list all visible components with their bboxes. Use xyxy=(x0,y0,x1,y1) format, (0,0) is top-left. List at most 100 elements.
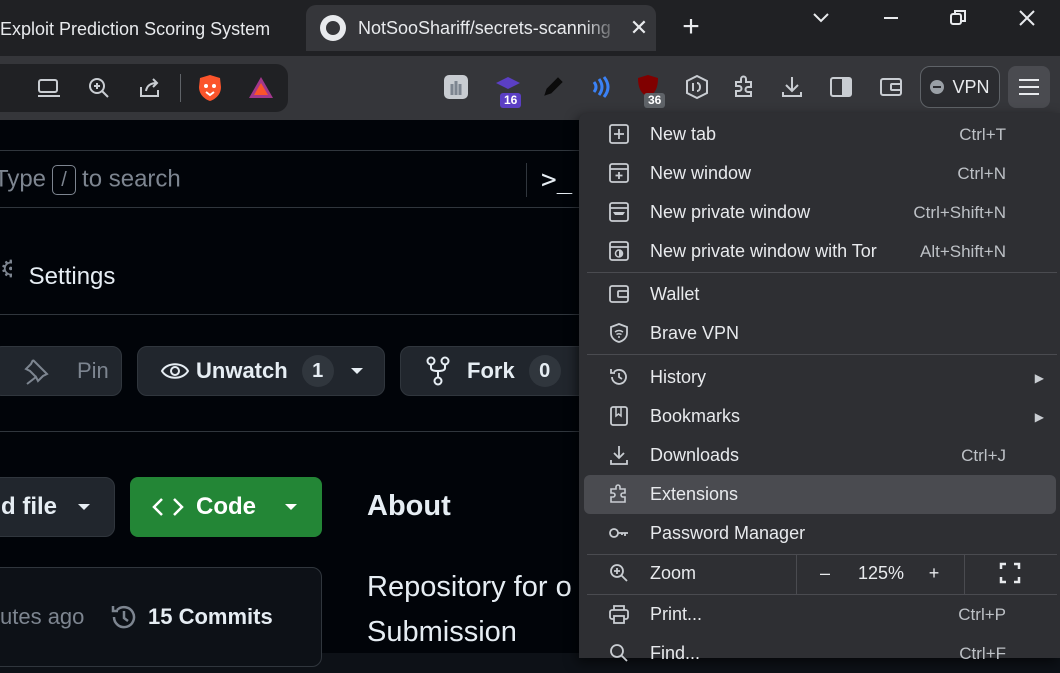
menu-item-new-tab[interactable]: New tab Ctrl+T xyxy=(579,115,1060,154)
add-file-button[interactable]: d file xyxy=(0,477,115,537)
menu-item-new-private-window[interactable]: New private window Ctrl+Shift+N xyxy=(579,193,1060,232)
tab-exploit-prediction[interactable]: Exploit Prediction Scoring System xyxy=(0,8,300,50)
chevron-down-icon xyxy=(350,366,364,376)
download-icon xyxy=(607,444,631,468)
find-icon xyxy=(607,642,631,666)
add-file-chevron-icon xyxy=(77,502,91,512)
menu-label: Downloads xyxy=(650,445,740,465)
search-suffix: to search xyxy=(82,165,181,193)
code-button[interactable]: Code xyxy=(130,477,322,537)
eye-icon xyxy=(160,359,190,383)
unwatch-label: Unwatch xyxy=(196,358,288,383)
menu-label: Brave VPN xyxy=(650,323,740,343)
key-icon xyxy=(607,522,631,546)
search-prefix: Type xyxy=(0,165,47,193)
tab-secrets-scanning[interactable]: NotSooShariff/secrets-scanning ✕ xyxy=(306,5,656,51)
about-heading: About xyxy=(367,490,451,522)
tab-title: NotSooShariff/secrets-scanning xyxy=(358,17,611,38)
extensions-puzzle-icon[interactable] xyxy=(729,74,759,104)
hexagon-extension-icon[interactable] xyxy=(682,74,712,104)
fullscreen-icon[interactable] xyxy=(998,561,1022,590)
menu-item-history[interactable]: History ▶ xyxy=(579,358,1060,397)
close-tab-icon[interactable]: ✕ xyxy=(622,15,656,41)
menu-item-find[interactable]: Find... Ctrl+F xyxy=(579,634,1060,673)
sidebar-toggle-icon[interactable] xyxy=(826,74,856,104)
menu-item-print[interactable]: Print... Ctrl+P xyxy=(579,595,1060,634)
menu-label: New private window xyxy=(650,202,811,222)
commits-label: 15 Commits xyxy=(148,604,273,629)
wallet-icon xyxy=(607,283,631,307)
pencil-extension-icon[interactable] xyxy=(538,74,568,104)
menu-item-extensions[interactable]: Extensions xyxy=(584,475,1056,514)
zoom-divider xyxy=(796,554,797,594)
print-icon xyxy=(607,603,631,627)
menu-label: New private window with Tor xyxy=(650,241,877,261)
zoom-out-button[interactable]: – xyxy=(813,563,837,584)
zoom-in-icon[interactable] xyxy=(84,75,114,105)
vpn-button[interactable]: VPN xyxy=(920,66,1000,108)
ublock-badge: 36 xyxy=(644,93,666,108)
menu-item-wallet[interactable]: Wallet xyxy=(579,275,1060,314)
menu-label: Extensions xyxy=(650,484,739,504)
repo-description-line-2: Submission xyxy=(367,616,517,648)
settings-label: Settings xyxy=(28,263,116,290)
menu-item-brave-vpn[interactable]: Brave VPN xyxy=(579,314,1060,353)
pin-label: Pin xyxy=(77,358,109,383)
history-icon xyxy=(607,366,631,390)
minimize-button[interactable] xyxy=(876,8,906,34)
menu-label: New window xyxy=(650,163,752,183)
bookmarks-icon xyxy=(607,405,631,429)
close-window-button[interactable] xyxy=(1012,8,1042,34)
restore-button[interactable] xyxy=(943,8,973,34)
academic-badge: 16 xyxy=(500,93,522,108)
zoom-divider xyxy=(964,554,965,594)
menu-shortcut: Alt+Shift+N xyxy=(920,241,1006,261)
code-label: Code xyxy=(196,493,256,520)
menu-shortcut: Ctrl+J xyxy=(961,445,1006,465)
extension-hand-icon[interactable] xyxy=(441,73,471,103)
fork-button[interactable]: Fork 0 xyxy=(400,346,590,396)
new-window-icon xyxy=(607,162,631,186)
command-palette-button[interactable]: >_ xyxy=(526,163,572,197)
pin-button[interactable]: Pin xyxy=(0,346,122,396)
menu-item-new-private-window-tor[interactable]: New private window with Tor Alt+Shift+N xyxy=(579,232,1060,271)
zoom-in-button[interactable]: + xyxy=(922,563,946,584)
unwatch-button[interactable]: Unwatch 1 xyxy=(137,346,385,396)
new-tab-button[interactable]: + xyxy=(676,10,706,44)
fork-label: Fork xyxy=(467,358,515,383)
header-divider xyxy=(0,431,580,432)
share-icon[interactable] xyxy=(135,75,165,105)
zoom-icon xyxy=(607,562,631,586)
main-menu-button[interactable] xyxy=(1008,66,1050,108)
menu-item-bookmarks[interactable]: Bookmarks ▶ xyxy=(579,397,1060,436)
menu-label: Password Manager xyxy=(650,523,806,543)
repo-description-line-1: Repository for o xyxy=(367,571,572,603)
tabs-dropdown-icon[interactable] xyxy=(806,4,836,35)
fork-icon xyxy=(425,356,451,386)
menu-item-password-manager[interactable]: Password Manager xyxy=(579,514,1060,553)
brave-rewards-icon[interactable] xyxy=(246,74,276,104)
vpn-label: VPN xyxy=(952,76,990,97)
downloads-icon[interactable] xyxy=(777,74,807,104)
submenu-arrow-icon: ▶ xyxy=(1034,409,1044,424)
toolbar-divider xyxy=(180,74,181,102)
pin-icon xyxy=(21,356,51,386)
signal-waves-extension-icon[interactable] xyxy=(586,74,616,104)
menu-label: Wallet xyxy=(650,284,700,304)
repo-description: Repository for o Submission xyxy=(367,565,572,655)
wallet-toolbar-icon[interactable] xyxy=(876,74,906,104)
vpn-status-icon xyxy=(930,80,945,94)
menu-label: Bookmarks xyxy=(650,406,741,426)
nav-divider xyxy=(0,314,580,315)
commits-link[interactable]: 15 Commits xyxy=(108,601,273,633)
menu-item-downloads[interactable]: Downloads Ctrl+J xyxy=(579,436,1060,475)
settings-nav-item[interactable]: ⚙ Settings xyxy=(0,255,115,291)
slash-key-hint: / xyxy=(52,165,77,195)
install-app-icon[interactable] xyxy=(34,75,64,105)
puzzle-icon xyxy=(607,483,631,507)
menu-item-new-window[interactable]: New window Ctrl+N xyxy=(579,154,1060,193)
history-clock-icon xyxy=(108,601,140,633)
menu-shortcut: Ctrl+Shift+N xyxy=(913,202,1006,222)
menu-label: New tab xyxy=(650,124,717,144)
brave-shields-icon[interactable] xyxy=(195,73,225,103)
